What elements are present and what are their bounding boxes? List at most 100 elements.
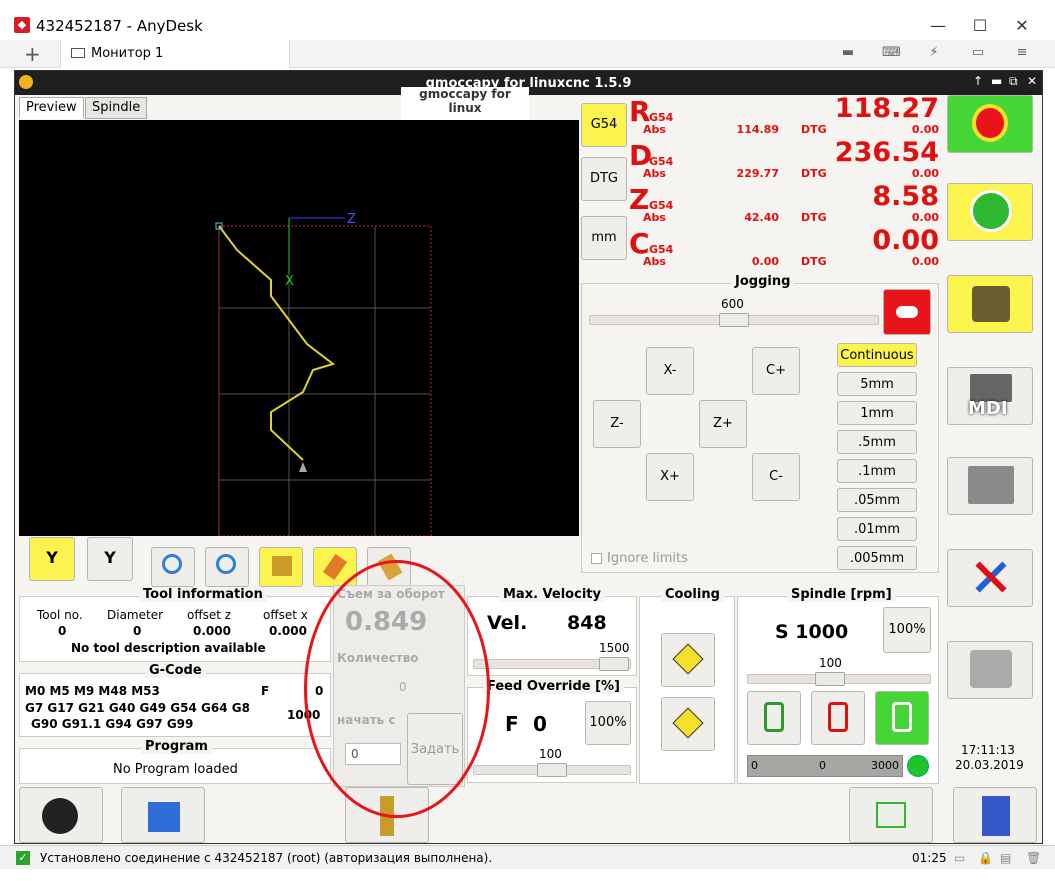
gcode-preview[interactable]: Z X bbox=[19, 120, 579, 537]
increment-1mm[interactable]: 1mm bbox=[837, 401, 917, 425]
feed-override-title: Feed Override [%] bbox=[483, 679, 624, 694]
set-button[interactable]: Задать bbox=[407, 713, 463, 785]
window-close-icon[interactable]: ✕ bbox=[1027, 74, 1037, 88]
jog-x-plus-button[interactable]: X+ bbox=[646, 453, 694, 501]
jog-z-plus-button[interactable]: Z+ bbox=[699, 400, 747, 448]
zoom-out-icon bbox=[216, 554, 236, 574]
ignore-limits-checkbox[interactable] bbox=[591, 553, 602, 564]
spindle-reverse-button[interactable] bbox=[747, 691, 801, 745]
tool-button[interactable] bbox=[345, 787, 429, 843]
increment-5mm[interactable]: 5mm bbox=[837, 372, 917, 396]
jog-speed-handle[interactable] bbox=[719, 313, 749, 327]
user-tabs-button[interactable] bbox=[947, 641, 1033, 699]
units-button[interactable]: mm bbox=[581, 216, 627, 260]
increment-0-01mm[interactable]: .01mm bbox=[837, 517, 917, 541]
spindle-override-handle[interactable] bbox=[815, 672, 845, 686]
tab-spindle[interactable]: Spindle bbox=[85, 97, 148, 119]
maximize-button[interactable]: ☐ bbox=[966, 14, 994, 38]
axis-d-value: 236.54 bbox=[834, 137, 939, 168]
new-tab-button[interactable]: + bbox=[24, 42, 41, 66]
keyboard-icon[interactable]: ⌨ bbox=[882, 46, 901, 60]
exit-button[interactable] bbox=[953, 787, 1037, 843]
spindle-bar-max: 3000 bbox=[871, 759, 899, 772]
pencil-icon bbox=[322, 553, 348, 581]
display-icon[interactable]: ▭ bbox=[970, 46, 986, 60]
gcode-title: G-Code bbox=[145, 663, 206, 678]
tool-info-title: Tool information bbox=[139, 587, 267, 602]
increment-0-005mm[interactable]: .005mm bbox=[837, 546, 917, 570]
feed-reset-button[interactable]: 100% bbox=[585, 701, 631, 745]
clock-date: 20.03.2019 bbox=[955, 758, 1024, 772]
menu-icon[interactable]: ≡ bbox=[1014, 46, 1030, 60]
manual-mode-button[interactable] bbox=[947, 275, 1033, 333]
tab-preview[interactable]: Preview bbox=[19, 97, 84, 119]
estop-button[interactable] bbox=[947, 95, 1033, 153]
clock-time: 17:11:13 bbox=[961, 743, 1015, 757]
jog-c-plus-button[interactable]: C+ bbox=[752, 347, 800, 395]
clear-plot-button[interactable] bbox=[367, 547, 411, 587]
gcode-f-value: 0 bbox=[315, 684, 324, 698]
restore-icon[interactable]: ▬ bbox=[991, 74, 1002, 88]
auto-mode-button[interactable] bbox=[947, 457, 1033, 515]
connected-check-icon: ✓ bbox=[16, 851, 30, 865]
gcode-line-1: M0 M5 M9 M48 M53 bbox=[25, 684, 160, 698]
mist-button[interactable] bbox=[661, 697, 715, 751]
remote-screen[interactable]: gmoccapy for linuxcnc 1.5.9 ↑ ▬ ⧉ ✕ gmoc… bbox=[14, 70, 1043, 844]
trash-icon[interactable]: 🗑 bbox=[1026, 851, 1041, 865]
axis-z-abs: 42.40 bbox=[744, 211, 779, 224]
tab-monitor-1[interactable]: Монитор 1 bbox=[60, 40, 290, 68]
zoom-in-button[interactable] bbox=[151, 547, 195, 587]
increment-0-05mm[interactable]: .05mm bbox=[837, 488, 917, 512]
toolpath-canvas bbox=[215, 217, 432, 537]
settings-button[interactable] bbox=[947, 549, 1033, 607]
dtg-button[interactable]: DTG bbox=[581, 157, 627, 201]
edit-button[interactable] bbox=[313, 547, 357, 587]
minimize-button[interactable]: — bbox=[924, 14, 952, 38]
abs-label: Abs bbox=[643, 167, 666, 180]
max-velocity-handle[interactable] bbox=[599, 657, 629, 671]
dimensions-button[interactable] bbox=[259, 547, 303, 587]
mdi-mode-button[interactable]: MDI bbox=[947, 367, 1033, 425]
flood-button[interactable] bbox=[661, 633, 715, 687]
gcode-line-2: G7 G17 G21 G40 G49 G54 G64 G8 bbox=[25, 701, 250, 715]
tools-icon bbox=[972, 558, 1010, 596]
jog-c-minus-button[interactable]: C- bbox=[752, 453, 800, 501]
fullscreen-button[interactable] bbox=[849, 787, 933, 843]
abs-label: Abs bbox=[643, 211, 666, 224]
offset-x-value: 0.000 bbox=[269, 624, 307, 638]
ref-all-button[interactable] bbox=[19, 787, 103, 843]
offset-z-header: offset z bbox=[187, 608, 232, 622]
spindle-stop-button[interactable] bbox=[811, 691, 865, 745]
clipboard-icon[interactable]: ▤ bbox=[1000, 851, 1011, 865]
increment-0-5mm[interactable]: .5mm bbox=[837, 430, 917, 454]
program-title: Program bbox=[141, 739, 212, 754]
axis-c-abs: 0.00 bbox=[751, 255, 779, 268]
jog-x-minus-button[interactable]: X- bbox=[646, 347, 694, 395]
zoom-out-button[interactable] bbox=[205, 547, 249, 587]
axis-c-value: 0.00 bbox=[872, 225, 939, 256]
lock-icon[interactable]: 🔒 bbox=[978, 851, 993, 865]
jog-z-minus-button[interactable]: Z- bbox=[593, 400, 641, 448]
tool-no-header: Tool no. bbox=[37, 608, 83, 622]
chat-icon[interactable]: ▬ bbox=[840, 46, 856, 60]
window-restore-icon[interactable]: ⧉ bbox=[1009, 74, 1018, 89]
spindle-forward-button[interactable] bbox=[875, 691, 929, 745]
spindle-override-reset-button[interactable]: 100% bbox=[883, 607, 931, 653]
g54-button[interactable]: G54 bbox=[581, 103, 627, 147]
feed-override-handle[interactable] bbox=[537, 763, 567, 777]
rabbit-button[interactable] bbox=[883, 289, 931, 335]
chat-status-icon[interactable]: ▭ bbox=[954, 851, 965, 865]
axis-d-abs: 229.77 bbox=[736, 167, 779, 180]
up-arrow-icon[interactable]: ↑ bbox=[973, 74, 983, 88]
touch-off-button[interactable] bbox=[121, 787, 205, 843]
increment-0-1mm[interactable]: .1mm bbox=[837, 459, 917, 483]
user-tab-icon bbox=[970, 650, 1012, 688]
machine-power-button[interactable] bbox=[947, 183, 1033, 241]
start-spinbox[interactable]: 0 bbox=[345, 743, 401, 765]
view-y-button[interactable]: Y bbox=[29, 537, 75, 581]
vel-label: Vel. bbox=[487, 612, 528, 634]
increment-continuous[interactable]: Continuous bbox=[837, 343, 917, 367]
actions-icon[interactable]: ⚡ bbox=[926, 46, 942, 60]
view-y2-button[interactable]: Y bbox=[87, 537, 133, 581]
close-button[interactable]: ✕ bbox=[1008, 14, 1036, 38]
